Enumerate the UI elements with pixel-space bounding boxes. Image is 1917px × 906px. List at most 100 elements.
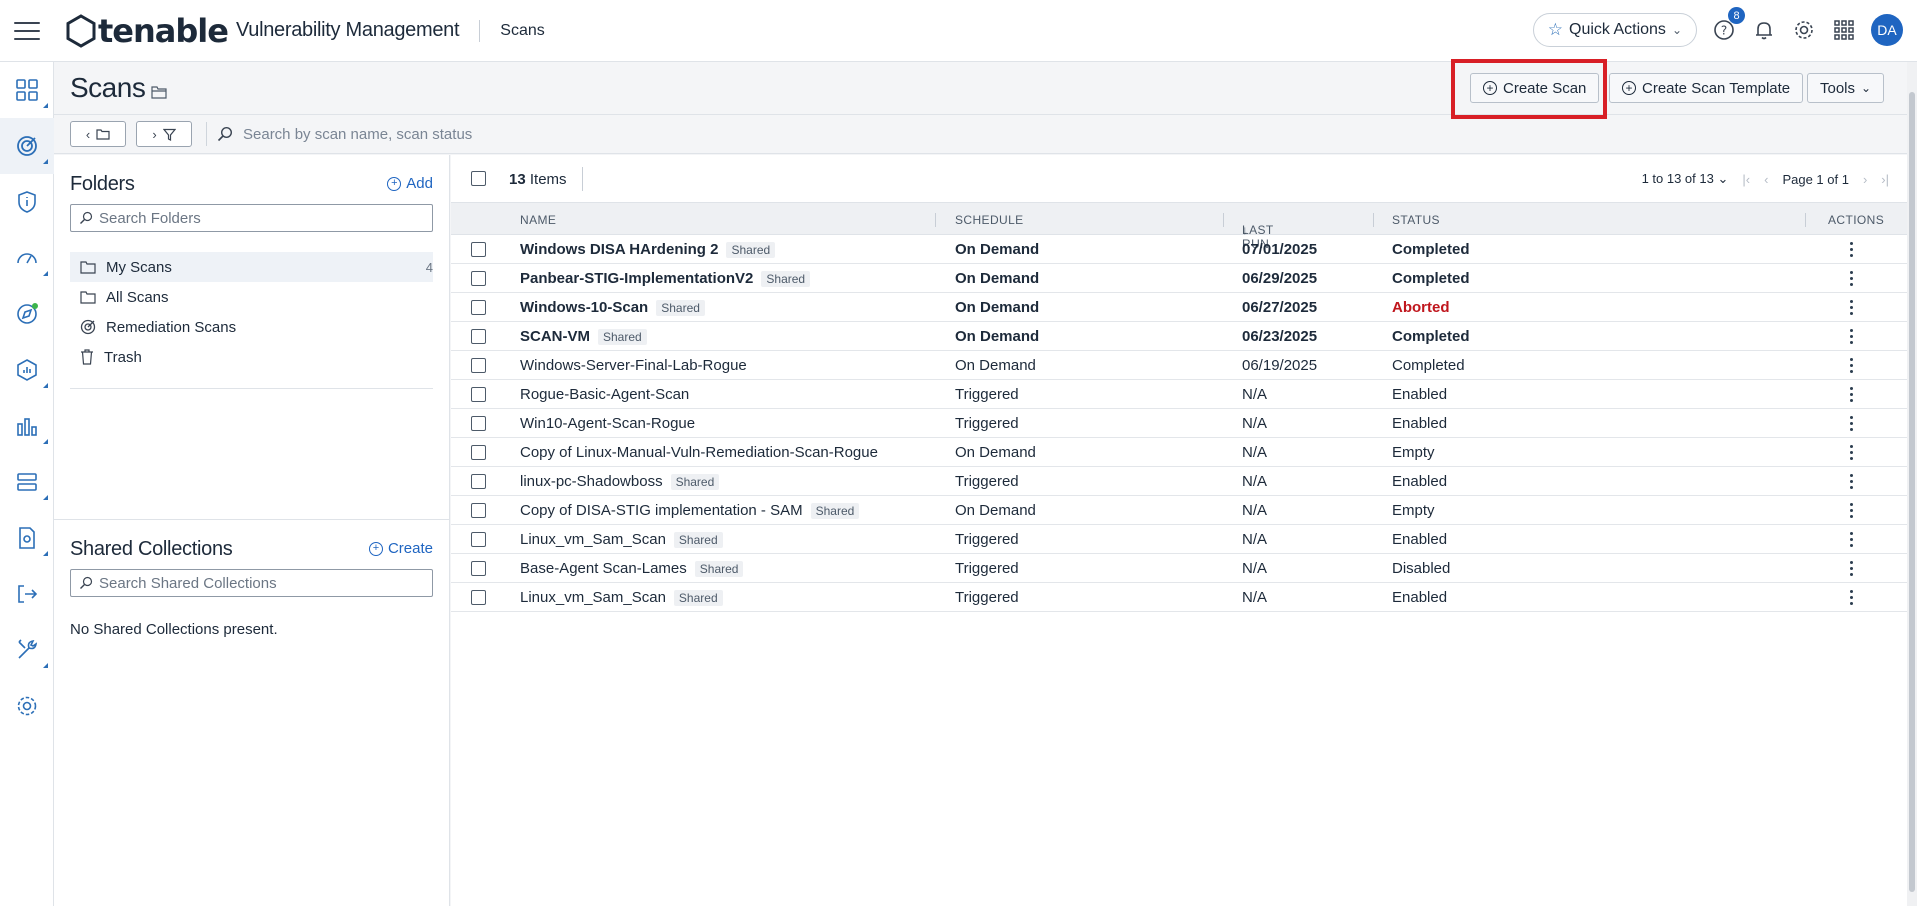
row-actions-kebab-icon[interactable] <box>1850 271 1854 286</box>
breadcrumb[interactable]: Scans <box>500 22 544 40</box>
nav-scans-icon[interactable] <box>0 118 54 174</box>
add-folder-button[interactable]: + Add <box>387 175 433 192</box>
folder-my-scans[interactable]: My Scans 4 <box>70 252 433 282</box>
row-actions-kebab-icon[interactable] <box>1850 590 1854 605</box>
row-checkbox[interactable] <box>471 532 486 547</box>
folder-all-scans[interactable]: All Scans <box>70 282 433 312</box>
table-row[interactable]: Rogue-Basic-Agent-Scan Triggered N/A Enable… <box>451 380 1907 409</box>
row-actions-kebab-icon[interactable] <box>1850 532 1854 547</box>
col-status[interactable]: STATUS <box>1392 213 1440 227</box>
scan-name[interactable]: Copy of Linux-Manual-Vuln-Remediation-Sc… <box>520 444 878 461</box>
tools-button[interactable]: Tools ⌄ <box>1807 73 1885 103</box>
nav-export-icon[interactable] <box>0 566 54 622</box>
table-row[interactable]: linux-pc-Shadowboss Shared Triggered N/A Ena… <box>451 467 1907 496</box>
nav-tools-icon[interactable] <box>0 622 54 678</box>
row-checkbox[interactable] <box>471 271 486 286</box>
quick-actions-button[interactable]: ☆ Quick Actions ⌄ <box>1532 13 1697 47</box>
logo[interactable]: tenable Vulnerability Management <box>64 11 460 51</box>
nav-explore-icon[interactable] <box>0 286 54 342</box>
scrollbar-thumb[interactable] <box>1909 92 1915 892</box>
folder-trash[interactable]: Trash <box>70 342 433 372</box>
row-actions-kebab-icon[interactable] <box>1850 387 1854 402</box>
nav-settings-icon[interactable] <box>0 678 54 734</box>
nav-analytics-icon[interactable] <box>0 398 54 454</box>
table-row[interactable]: Base-Agent Scan-Lames Shared Triggered N/A D… <box>451 554 1907 583</box>
row-checkbox[interactable] <box>471 503 486 518</box>
nav-dashboard-icon[interactable] <box>0 62 54 118</box>
scan-name[interactable]: Linux_vm_Sam_Scan Shared <box>520 531 723 548</box>
scan-name[interactable]: Copy of DISA-STIG implementation - SAM Sh… <box>520 502 860 519</box>
nav-info-shield-icon[interactable] <box>0 174 54 230</box>
col-schedule[interactable]: SCHEDULE <box>955 213 1024 227</box>
shared-badge: Shared <box>726 242 776 258</box>
nav-assets-icon[interactable] <box>0 454 54 510</box>
scan-name[interactable]: Windows DISA HArdening 2 Shared <box>520 241 776 258</box>
row-checkbox[interactable] <box>471 300 486 315</box>
row-checkbox[interactable] <box>471 474 486 489</box>
scrollbar[interactable] <box>1907 62 1917 906</box>
create-collection-button[interactable]: + Create <box>368 540 433 557</box>
scan-name[interactable]: Windows-Server-Final-Lab-Rogue <box>520 357 747 374</box>
product-name: Vulnerability Management <box>235 19 460 41</box>
gear-icon[interactable] <box>1791 17 1817 43</box>
row-actions-kebab-icon[interactable] <box>1850 503 1854 518</box>
row-checkbox[interactable] <box>471 387 486 402</box>
scan-name[interactable]: linux-pc-Shadowboss Shared <box>520 473 720 490</box>
pager-range[interactable]: 1 to 13 of 13 ⌄ <box>1642 171 1729 187</box>
table-row[interactable]: Windows DISA HArdening 2 Shared On Demand 0… <box>451 235 1907 264</box>
folder-search-input[interactable]: Search Folders <box>70 204 433 232</box>
first-page-icon[interactable]: |‹ <box>1742 172 1750 187</box>
row-checkbox[interactable] <box>471 445 486 460</box>
help-icon[interactable]: ? 8 <box>1711 7 1745 43</box>
table-row[interactable]: Windows-10-Scan Shared On Demand 06/27/2025… <box>451 293 1907 322</box>
create-collection-label: Create <box>387 540 433 557</box>
table-row[interactable]: Windows-Server-Final-Lab-Rogue On Demand 0… <box>451 351 1907 380</box>
hamburger-menu-icon[interactable] <box>14 21 40 40</box>
scan-name[interactable]: Base-Agent Scan-Lames Shared <box>520 560 744 577</box>
avatar[interactable]: DA <box>1871 14 1903 46</box>
folder-remediation-scans[interactable]: Remediation Scans <box>70 312 433 342</box>
row-actions-kebab-icon[interactable] <box>1850 358 1854 373</box>
nav-exposure-icon[interactable] <box>0 342 54 398</box>
prev-page-icon[interactable]: ‹ <box>1764 172 1768 187</box>
last-page-icon[interactable]: ›| <box>1881 172 1889 187</box>
scan-name[interactable]: Rogue-Basic-Agent-Scan <box>520 386 689 403</box>
create-scan-template-button[interactable]: + Create Scan Template <box>1609 73 1804 103</box>
table-row[interactable]: Win10-Agent-Scan-Rogue Triggered N/A Enable… <box>451 409 1907 438</box>
scan-search-input[interactable]: Search by scan name, scan status <box>217 126 472 143</box>
row-actions-kebab-icon[interactable] <box>1850 561 1854 576</box>
nav-gauge-icon[interactable] <box>0 230 54 286</box>
scan-name[interactable]: Win10-Agent-Scan-Rogue <box>520 415 695 432</box>
scan-name[interactable]: Linux_vm_Sam_Scan Shared <box>520 589 723 606</box>
table-row[interactable]: Panbear-STIG-ImplementationV2 Shared On De… <box>451 264 1907 293</box>
row-actions-kebab-icon[interactable] <box>1850 445 1854 460</box>
collapse-folders-button[interactable]: ‹ <box>70 121 126 147</box>
col-name[interactable]: NAME <box>520 213 556 227</box>
row-checkbox[interactable] <box>471 561 486 576</box>
scan-name[interactable]: Panbear-STIG-ImplementationV2 Shared <box>520 270 811 287</box>
row-checkbox[interactable] <box>471 416 486 431</box>
row-actions-kebab-icon[interactable] <box>1850 300 1854 315</box>
table-row[interactable]: Linux_vm_Sam_Scan Shared Triggered N/A Enabl… <box>451 525 1907 554</box>
row-actions-kebab-icon[interactable] <box>1850 329 1854 344</box>
app-grid-icon[interactable] <box>1831 17 1857 43</box>
scan-name[interactable]: SCAN-VM Shared <box>520 328 647 345</box>
nav-reports-icon[interactable] <box>0 510 54 566</box>
collection-search-input[interactable]: Search Shared Collections <box>70 569 433 597</box>
bell-icon[interactable] <box>1751 17 1777 43</box>
table-row[interactable]: SCAN-VM Shared On Demand 06/23/2025 Complete… <box>451 322 1907 351</box>
row-checkbox[interactable] <box>471 329 486 344</box>
row-actions-kebab-icon[interactable] <box>1850 474 1854 489</box>
toggle-filters-button[interactable]: › <box>136 121 192 147</box>
scan-name[interactable]: Windows-10-Scan Shared <box>520 299 705 316</box>
table-row[interactable]: Copy of DISA-STIG implementation - SAM Sh… <box>451 496 1907 525</box>
table-row[interactable]: Copy of Linux-Manual-Vuln-Remediation-Sc… <box>451 438 1907 467</box>
row-actions-kebab-icon[interactable] <box>1850 242 1854 257</box>
select-all-checkbox[interactable] <box>471 171 486 186</box>
table-row[interactable]: Linux_vm_Sam_Scan Shared Triggered N/A Enabl… <box>451 583 1907 612</box>
row-checkbox[interactable] <box>471 590 486 605</box>
row-checkbox[interactable] <box>471 242 486 257</box>
next-page-icon[interactable]: › <box>1863 172 1867 187</box>
row-checkbox[interactable] <box>471 358 486 373</box>
row-actions-kebab-icon[interactable] <box>1850 416 1854 431</box>
